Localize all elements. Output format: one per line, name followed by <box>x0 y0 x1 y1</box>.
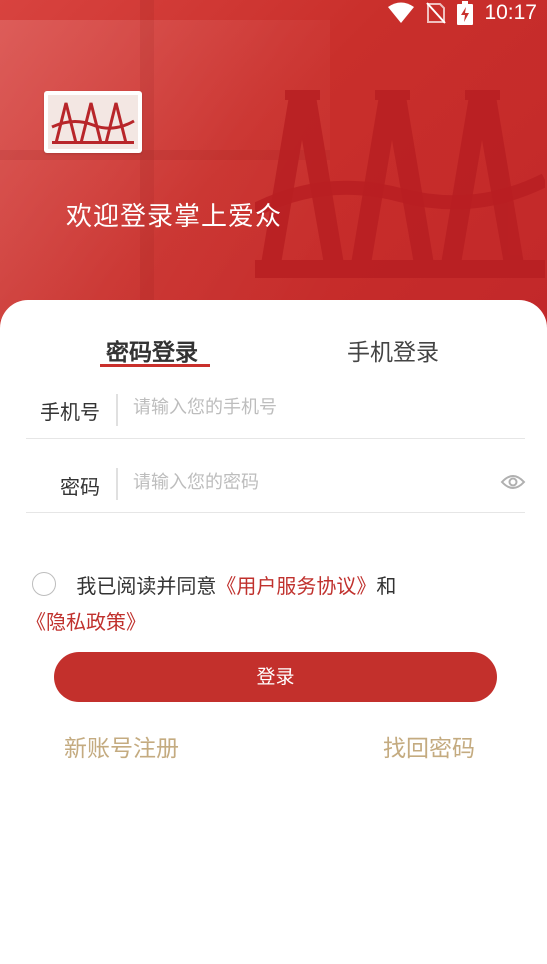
privacy-policy-link[interactable]: 《隐私政策》 <box>26 610 146 634</box>
field-divider <box>116 468 118 500</box>
register-link[interactable]: 新账号注册 <box>64 729 179 763</box>
phone-input[interactable] <box>133 397 463 418</box>
battery-charging-icon <box>457 1 473 25</box>
header-banner: 欢迎登录掌上爱众 <box>0 0 547 330</box>
agreement-conjunction: 和 <box>376 574 397 598</box>
status-time: 10:17 <box>484 1 537 24</box>
agreement-prefix: 我已阅读并同意 <box>76 574 217 598</box>
tab-phone-login[interactable]: 手机登录 <box>347 333 439 367</box>
status-bar: 10:17 <box>0 0 547 26</box>
watermark-logo-icon <box>255 90 545 278</box>
active-tab-indicator <box>100 364 210 367</box>
field-divider <box>116 394 118 426</box>
service-agreement-link[interactable]: 《用户服务协议》 <box>216 574 376 598</box>
no-sim-icon <box>426 2 446 24</box>
login-button[interactable]: 登录 <box>54 652 497 702</box>
window-frame-decoration <box>140 0 154 330</box>
agreement-checkbox[interactable] <box>32 572 56 596</box>
forgot-password-link[interactable]: 找回密码 <box>383 729 475 763</box>
phone-row-divider <box>26 438 525 439</box>
agreement-text: 我已阅读并同意《用户服务协议》和《隐私政策》 <box>26 568 516 640</box>
welcome-title: 欢迎登录掌上爱众 <box>66 202 283 232</box>
app-logo <box>44 91 142 153</box>
phone-label: 手机号 <box>40 400 100 424</box>
aaa-logo-icon <box>51 102 135 144</box>
password-label: 密码 <box>60 475 100 499</box>
tab-password-login[interactable]: 密码登录 <box>106 333 198 367</box>
wifi-icon <box>388 2 414 23</box>
eye-icon[interactable] <box>500 472 526 492</box>
password-row-divider <box>26 512 525 513</box>
password-input[interactable] <box>133 472 483 493</box>
